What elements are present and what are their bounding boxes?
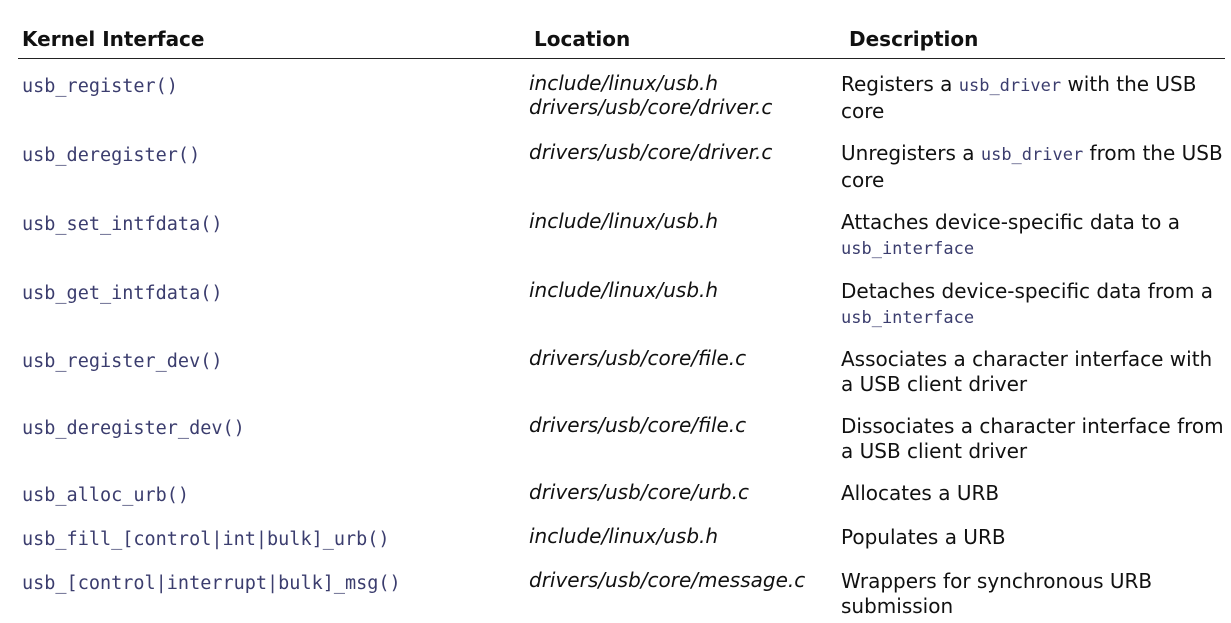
description-text: Dissociates a character interface from a… xyxy=(841,414,1224,463)
description-text: Detaches device-specific data from a xyxy=(841,279,1213,303)
interface-name: usb_[control|interrupt|bulk]_msg() xyxy=(22,573,401,594)
kernel-interface-table: Kernel Interface Location Description us… xyxy=(18,22,1225,618)
table-row: usb_register_dev() drivers/usb/core/file… xyxy=(18,346,1225,398)
location-cell: drivers/usb/core/urb.c xyxy=(526,480,837,508)
location-path: include/linux/usb.h xyxy=(529,71,719,95)
table-row: usb_register() include/linux/usb.h drive… xyxy=(18,71,1225,123)
description-cell: Dissociates a character interface from a… xyxy=(837,414,1225,465)
location-cell: drivers/usb/core/message.c xyxy=(526,568,837,620)
description-code: usb_driver xyxy=(958,76,1062,96)
table-row: usb_deregister_dev() drivers/usb/core/fi… xyxy=(18,413,1225,465)
location-path: include/linux/usb.h xyxy=(529,209,719,233)
description-cell: Wrappers for synchronous URB submission xyxy=(837,569,1225,620)
interface-name: usb_get_intfdata() xyxy=(22,283,223,304)
location-cell: include/linux/usb.h xyxy=(526,278,837,330)
description-cell: Unregisters a usb_driver from the USB co… xyxy=(837,141,1225,192)
interface-name: usb_fill_[control|int|bulk]_urb() xyxy=(22,529,390,550)
location-path: drivers/usb/core/urb.c xyxy=(529,480,749,504)
table-row: usb_deregister() drivers/usb/core/driver… xyxy=(18,140,1225,192)
interface-name: usb_register_dev() xyxy=(22,351,223,372)
header-description: Description xyxy=(849,27,979,51)
description-code: usb_interface xyxy=(841,238,975,259)
description-text: Registers a xyxy=(841,72,959,96)
description-text: Populates a URB xyxy=(841,525,1006,549)
table-row: usb_set_intfdata() include/linux/usb.h A… xyxy=(18,209,1225,261)
location-path: drivers/usb/core/file.c xyxy=(529,413,747,437)
location-cell: include/linux/usb.h drivers/usb/core/dri… xyxy=(526,71,837,123)
location-path: include/linux/usb.h xyxy=(529,278,719,302)
description-text: Allocates a URB xyxy=(841,481,1000,505)
description-cell: Attaches device-specific data to a usb_i… xyxy=(837,210,1225,261)
location-path: drivers/usb/core/driver.c xyxy=(529,94,773,119)
description-text: Wrappers for synchronous URB submission xyxy=(841,569,1153,618)
table-row: usb_fill_[control|int|bulk]_urb() includ… xyxy=(18,524,1225,552)
description-text: Attaches device-specific data to a xyxy=(841,210,1180,234)
table-row: usb_get_intfdata() include/linux/usb.h D… xyxy=(18,278,1225,330)
description-cell: Detaches device-specific data from a usb… xyxy=(837,279,1225,330)
table-row: usb_alloc_urb() drivers/usb/core/urb.c A… xyxy=(18,480,1225,508)
description-text: Unregisters a xyxy=(841,141,981,165)
location-path: drivers/usb/core/file.c xyxy=(529,346,747,370)
header-kernel-interface: Kernel Interface xyxy=(22,27,205,51)
description-cell: Allocates a URB xyxy=(837,481,1225,508)
location-cell: drivers/usb/core/file.c xyxy=(526,413,837,465)
location-path: drivers/usb/core/driver.c xyxy=(529,140,773,164)
description-text: Associates a character interface with a … xyxy=(841,347,1213,396)
location-path: drivers/usb/core/message.c xyxy=(529,568,806,592)
table-header: Kernel Interface Location Description xyxy=(18,22,1225,59)
description-cell: Populates a URB xyxy=(837,525,1225,552)
interface-name: usb_set_intfdata() xyxy=(22,214,223,235)
location-path: include/linux/usb.h xyxy=(529,524,719,548)
location-cell: drivers/usb/core/driver.c xyxy=(526,140,837,192)
interface-name: usb_deregister() xyxy=(22,145,201,166)
location-cell: drivers/usb/core/file.c xyxy=(526,346,837,398)
location-cell: include/linux/usb.h xyxy=(526,524,837,552)
interface-name: usb_register() xyxy=(22,76,178,97)
location-cell: include/linux/usb.h xyxy=(526,209,837,261)
header-location: Location xyxy=(534,27,631,51)
description-cell: Registers a usb_driver with the USB core xyxy=(837,72,1225,123)
description-code: usb_driver xyxy=(980,145,1084,165)
interface-name: usb_deregister_dev() xyxy=(22,418,245,439)
table-row: usb_[control|interrupt|bulk]_msg() drive… xyxy=(18,568,1225,620)
description-code: usb_interface xyxy=(841,307,975,328)
description-cell: Associates a character interface with a … xyxy=(837,347,1225,398)
interface-name: usb_alloc_urb() xyxy=(22,485,190,506)
